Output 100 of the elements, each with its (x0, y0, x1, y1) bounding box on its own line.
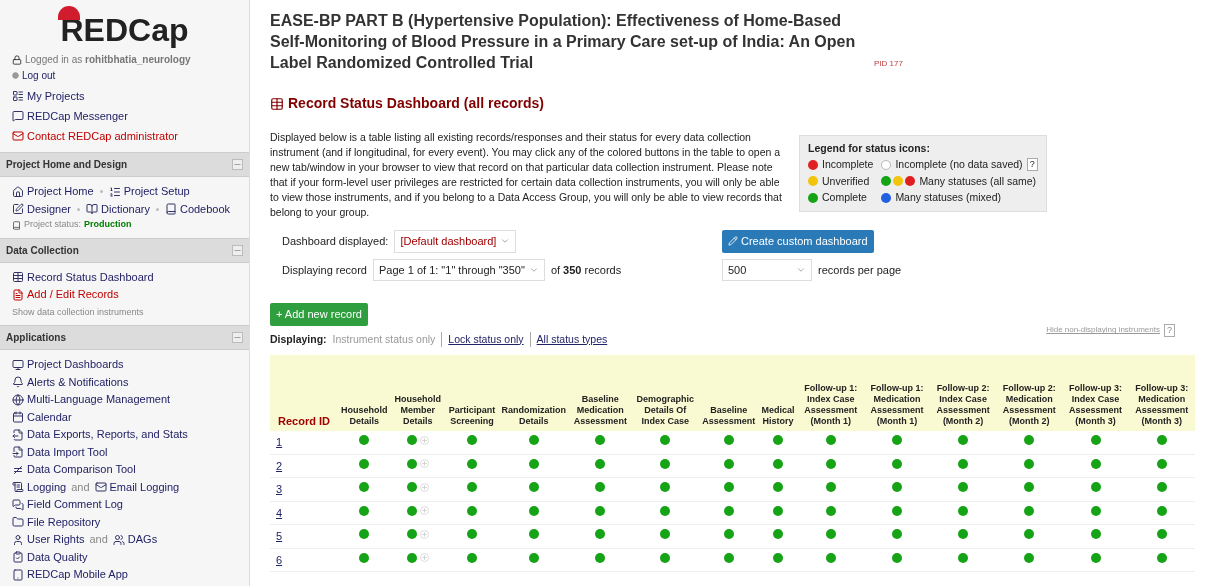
collapse-icon[interactable] (232, 332, 243, 344)
help-button[interactable]: ? (1026, 158, 1038, 172)
sidebar-link[interactable]: Record Status Dashboard (27, 268, 154, 286)
numbered-list-icon (108, 185, 121, 198)
status-book-icon (12, 220, 21, 230)
sidebar-link[interactable]: Add / Edit Records (27, 286, 119, 303)
legend-label: Many statuses (mixed) (895, 190, 1001, 206)
legend-label: Complete (822, 190, 867, 206)
record-link[interactable]: 5 (276, 530, 283, 543)
per-page-select[interactable]: 500 (722, 258, 812, 281)
user-icon (12, 533, 24, 546)
envelope-icon (12, 129, 24, 142)
column-header: Follow-up 3: Index Case Assessment (Month 3) (1062, 355, 1129, 432)
add-instance-icon[interactable] (419, 435, 429, 445)
section-title: Project Home and Design (6, 158, 128, 173)
legend-title: Legend for status icons: (808, 141, 931, 156)
collapse-icon[interactable] (232, 159, 243, 171)
tablet-icon (12, 568, 24, 581)
sidebar-link[interactable]: My Projects (27, 88, 85, 105)
logout-link[interactable]: Log out (22, 68, 56, 83)
sidebar-link[interactable]: File Repository (27, 513, 101, 531)
file-import-icon (12, 446, 24, 458)
collapse-icon[interactable] (232, 244, 243, 256)
record-label: Displaying record (282, 262, 367, 278)
page-heading: Record Status Dashboard (all records) (288, 94, 544, 113)
sidebar-link[interactable]: Dictionary (101, 200, 150, 218)
sidebar-link[interactable]: Data Import Tool (27, 443, 108, 461)
add-instance-icon[interactable] (419, 482, 429, 492)
page-select[interactable]: Page 1 of 1: "1" through "350" (373, 258, 545, 281)
sidebar-link[interactable]: Data Exports, Reports, and Stats (27, 426, 188, 443)
not-equal-icon (12, 463, 24, 476)
section-title: Data Collection (6, 243, 79, 258)
legend-label: Incomplete (822, 156, 874, 172)
sidebar-link[interactable]: Project Dashboards (27, 356, 124, 373)
create-dashboard-button[interactable]: Create custom dashboard (722, 230, 874, 253)
sidebar-link[interactable]: Data Quality (27, 548, 88, 566)
sidebar-link[interactable]: DAGs (127, 531, 158, 548)
clipboard-icon (12, 551, 24, 563)
document-icon (12, 288, 24, 301)
dashboard-select[interactable]: [Default dashboard] (394, 230, 517, 253)
add-instance-icon[interactable] (419, 459, 429, 469)
sidebar-link[interactable]: Calendar (27, 408, 72, 426)
open-book-icon (86, 203, 99, 215)
record-count: of 350 records (550, 262, 622, 278)
sidebar-link[interactable]: Data Comparison Tool (27, 461, 136, 478)
sidebar-link[interactable]: Logging (27, 478, 67, 496)
section-title: Applications (6, 331, 66, 346)
chat-bubbles-icon (12, 498, 24, 511)
sidebar-link[interactable]: REDCap Mobile App (27, 566, 128, 583)
chat-icon (12, 110, 24, 122)
add-instance-icon[interactable] (419, 553, 429, 563)
sidebar-link[interactable]: Contact REDCap administrator (27, 127, 178, 144)
joiner-text: and (89, 532, 108, 548)
house-icon (12, 185, 24, 198)
sidebar-link[interactable]: Project Home (27, 183, 94, 200)
add-instance-icon[interactable] (419, 506, 429, 516)
calendar-icon (12, 411, 24, 423)
record-link[interactable]: 3 (276, 483, 283, 496)
status-label: Project status: (24, 218, 82, 232)
record-link[interactable]: 2 (276, 459, 283, 472)
status-value: Production (84, 218, 132, 232)
description-text: Displayed below is a table listing all existing records/responses and their status for every data collection instrument (and if longitudinal, for every event). You may click any of the colored buttons in the table to open a new tab/window in your browser to view that record on that particular data collection instrument. Please note that if your form-level user privileges are restricted for certain data collection instruments, you will only be able to view those instruments, and if you belong to a Data Access Group, you will only be able to view records that belong to your group. (270, 130, 783, 220)
column-header: Follow-up 2: Medication Assessment (Month 2) (996, 355, 1063, 432)
column-header: Medical History (758, 355, 798, 432)
sidebar-link[interactable]: Email Logging (109, 478, 180, 496)
column-header: Follow-up 2: Index Case Assessment (Month 2) (930, 355, 997, 432)
legend-label: Incomplete (no data saved) (895, 156, 1023, 172)
legend-label: Many statuses (all same) (919, 173, 1037, 189)
per-page-label: records per page (818, 262, 902, 278)
lock-icon (12, 54, 22, 65)
project-title: EASE-BP PART B (Hypertensive Population): Effectiveness of Home-Based Self-Monitoring of Blood Pressure in a Primary Care set-up of India: An Open Label Randomized Controlled Trial (270, 11, 857, 73)
display-option-link[interactable]: Lock status only (441, 331, 524, 348)
record-link[interactable]: 1 (276, 436, 283, 449)
instruments-link[interactable]: Show data collection instruments (12, 305, 237, 320)
monitor-icon (12, 358, 24, 371)
table-icon (12, 271, 24, 283)
record-link[interactable]: 4 (276, 506, 283, 519)
bell-icon (12, 376, 24, 388)
sidebar-link[interactable]: Project Setup (123, 183, 190, 200)
bullet-icon (12, 72, 19, 79)
column-header: Baseline Medication Assessment (569, 355, 632, 432)
sidebar-link[interactable]: Codebook (179, 200, 231, 218)
file-export-icon (12, 428, 24, 441)
sidebar-link[interactable]: Alerts & Notifications (27, 373, 129, 391)
sidebar-link[interactable]: User Rights (27, 531, 85, 548)
display-option-link[interactable]: All status types (529, 331, 608, 348)
column-header: Participant Screening (445, 355, 499, 432)
sidebar-link[interactable]: Field Comment Log (27, 496, 123, 513)
sidebar-link[interactable]: REDCap Messenger (27, 107, 128, 125)
users-icon (112, 533, 125, 546)
record-link[interactable]: 6 (276, 553, 283, 566)
sidebar-link[interactable]: Multi-Language Management (27, 391, 171, 408)
help-button[interactable]: ? (1164, 323, 1175, 337)
logged-in-text: Logged in as rohitbhatia_neurology (25, 53, 191, 67)
add-instance-icon[interactable] (419, 529, 429, 539)
sidebar-link[interactable]: Designer (27, 200, 72, 218)
table-icon (270, 96, 284, 111)
column-header: Randomization Details (498, 355, 570, 432)
pencil-icon (728, 236, 738, 247)
joiner-text: and (71, 479, 90, 495)
